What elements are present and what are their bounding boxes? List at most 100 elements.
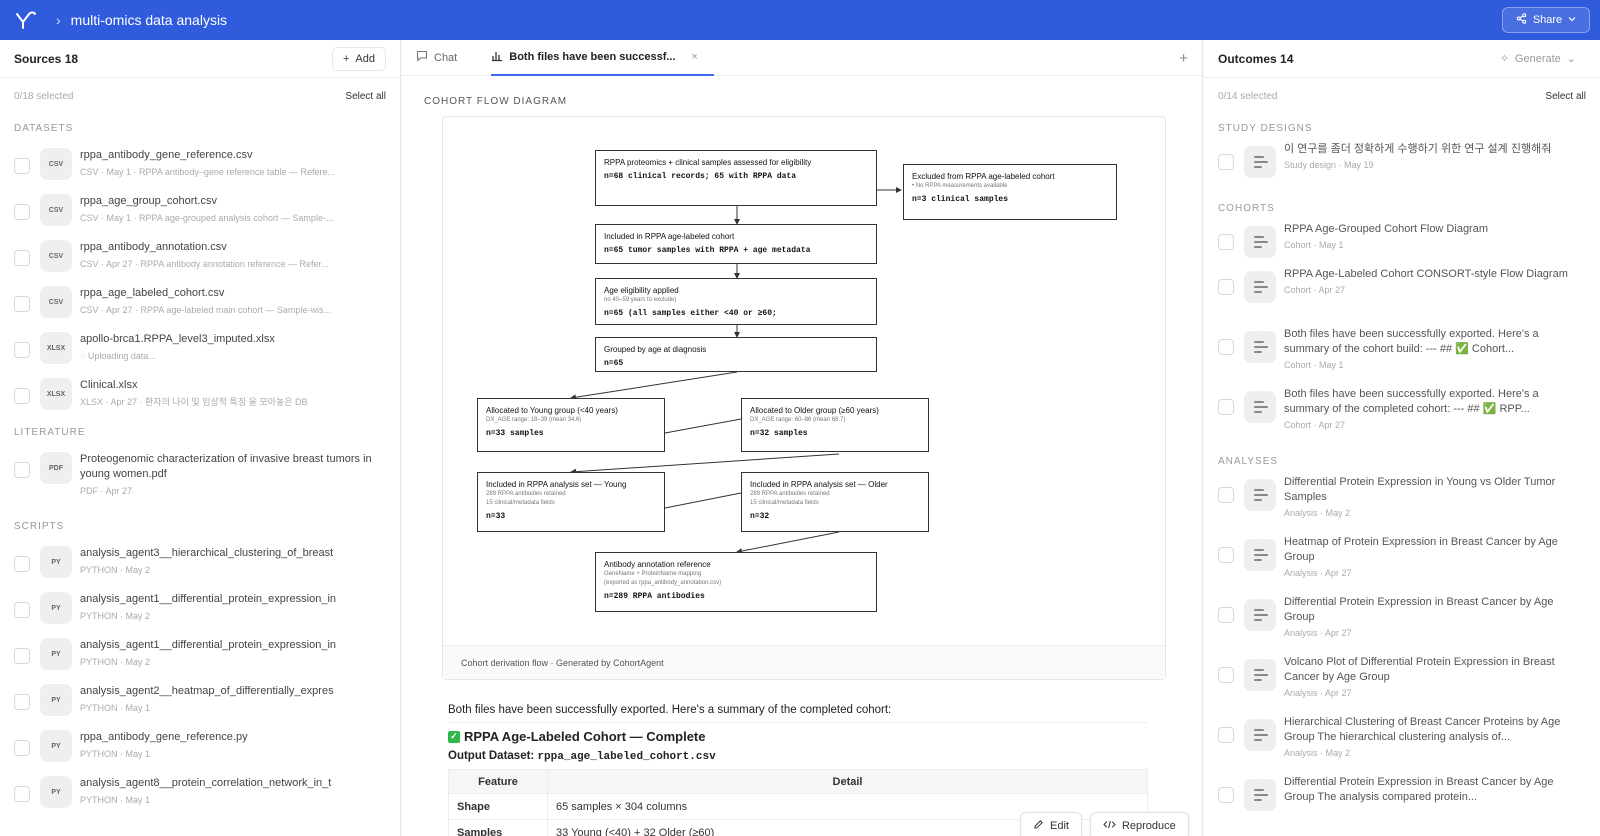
checkbox[interactable]	[1218, 234, 1234, 250]
checkbox[interactable]	[14, 694, 30, 710]
checkbox[interactable]	[14, 602, 30, 618]
code-icon	[1103, 819, 1116, 833]
reproduce-button[interactable]: Reproduce	[1089, 812, 1189, 836]
checkbox[interactable]	[1218, 727, 1234, 743]
share-icon	[1516, 13, 1527, 27]
list-item[interactable]: PY analysis_agent1__differential_protein…	[0, 632, 400, 678]
checkbox[interactable]	[14, 204, 30, 220]
output-filename: rppa_age_labeled_cohort.csv	[537, 751, 716, 763]
list-item[interactable]: RPPA Age-Grouped Cohort Flow Diagram Coho…	[1204, 222, 1600, 267]
list-item[interactable]: CSV rppa_age_group_cohort.csv CSV · May 1…	[0, 188, 400, 234]
checkbox[interactable]	[14, 740, 30, 756]
document-icon	[1244, 479, 1276, 511]
tab-label: Both files have been successf...	[509, 51, 676, 63]
share-button[interactable]: Share	[1502, 7, 1590, 33]
plus-icon: +	[342, 52, 350, 65]
checkbox[interactable]	[14, 388, 30, 404]
datasets-list: CSV rppa_antibody_gene_reference.csv CSV …	[0, 142, 400, 418]
diagram-section-label: COHORT FLOW DIAGRAM	[424, 96, 568, 107]
summary-intro: Both files have been successfully export…	[448, 704, 1148, 723]
outcome-meta: Study design · May 19	[1284, 160, 1374, 170]
bar-chart-icon	[491, 50, 503, 65]
add-source-button[interactable]: + Add	[331, 46, 386, 71]
outcome-name: Differential Protein Expression in Breas…	[1284, 776, 1554, 803]
close-icon[interactable]: ×	[692, 51, 698, 63]
outcomes-selected-count: 0/14 selected	[1218, 90, 1278, 102]
checkbox[interactable]	[14, 250, 30, 266]
checkbox[interactable]	[1218, 399, 1234, 415]
box-title: Included in RPPA analysis set — Young	[486, 480, 627, 489]
box-title: RPPA proteomics + clinical samples asses…	[604, 158, 812, 167]
list-item[interactable]: Volcano Plot of Differential Protein Exp…	[1204, 655, 1600, 715]
main-panel: Chat Both files have been successf... × …	[402, 40, 1203, 836]
checkbox[interactable]	[14, 648, 30, 664]
checkbox[interactable]	[1218, 787, 1234, 803]
checkbox[interactable]	[1218, 154, 1234, 170]
list-item[interactable]: PY analysis_agent3__hierarchical_cluster…	[0, 540, 400, 586]
list-item[interactable]: Both files have been successfully export…	[1204, 327, 1600, 387]
box-count: n=68 clinical records; 65 with RPPA data	[604, 172, 797, 181]
table-cell: Shape	[448, 793, 548, 820]
box-title: Included in RPPA age-labeled cohort	[604, 232, 735, 241]
list-item[interactable]: Differential Protein Expression in Breas…	[1204, 595, 1600, 655]
source-meta: XLSX · Apr 27 · 환자의 나이 및 임상적 특징 을 모아놓은 D…	[80, 397, 308, 407]
list-item[interactable]: XLSX Clinical.xlsx XLSX · Apr 27 · 환자의 나이…	[0, 372, 400, 418]
csv-file-icon: CSV	[40, 286, 72, 318]
checkbox[interactable]	[1218, 667, 1234, 683]
result-content: COHORT FLOW DIAGRAM RPPA proteomics + cl…	[402, 76, 1202, 836]
list-item[interactable]: PY rppa_antibody_gene_reference.py PYTHON…	[0, 724, 400, 770]
list-item[interactable]: CSV rppa_antibody_annotation.csv CSV · Ap…	[0, 234, 400, 280]
outcome-name: 이 연구를 좀더 정확하게 수행하기 위한 연구 설계 진행해줘	[1284, 143, 1552, 155]
sources-select-all-button[interactable]: Select all	[345, 91, 386, 102]
pdf-file-icon: PDF	[40, 452, 72, 484]
checkbox[interactable]	[1218, 547, 1234, 563]
tab-chat[interactable]: Chat	[416, 40, 473, 75]
sources-selection-row: 0/18 selected Select all	[0, 78, 400, 114]
checkbox[interactable]	[14, 786, 30, 802]
list-item[interactable]: XLSX apollo-brca1.RPPA_level3_imputed.xl…	[0, 326, 400, 372]
source-name: analysis_agent3__hierarchical_clustering…	[80, 547, 334, 559]
list-item[interactable]: Heatmap of Protein Expression in Breast …	[1204, 535, 1600, 595]
checkbox[interactable]	[1218, 339, 1234, 355]
add-label: Add	[355, 52, 375, 65]
outcomes-select-all-button[interactable]: Select all	[1545, 91, 1586, 102]
list-item[interactable]: 이 연구를 좀더 정확하게 수행하기 위한 연구 설계 진행해줘 Study de…	[1204, 142, 1600, 194]
list-item[interactable]: RPPA Age-Labeled Cohort CONSORT-style Fl…	[1204, 267, 1600, 327]
list-item[interactable]: Both files have been successfully export…	[1204, 387, 1600, 447]
list-item[interactable]: PY analysis_agent1__differential_protein…	[0, 586, 400, 632]
reproduce-label: Reproduce	[1121, 820, 1176, 832]
checkbox[interactable]	[1218, 279, 1234, 295]
checkbox[interactable]	[14, 556, 30, 572]
list-item[interactable]: PY analysis_agent8__protein_correlation_…	[0, 770, 400, 816]
checkbox[interactable]	[1218, 487, 1234, 503]
flow-box-annotation: Antibody annotation reference GeneName +…	[595, 552, 877, 612]
new-tab-plus-icon[interactable]: +	[1179, 50, 1188, 67]
sources-panel: Sources 18 + Add 0/18 selected Select al…	[0, 40, 401, 836]
section-analyses: ANALYSES	[1218, 456, 1279, 467]
list-item[interactable]: CSV rppa_antibody_gene_reference.csv CSV …	[0, 142, 400, 188]
checkbox[interactable]	[1218, 607, 1234, 623]
checkbox[interactable]	[14, 158, 30, 174]
generate-button[interactable]: ✧ Generate ⌄	[1490, 47, 1586, 71]
list-item[interactable]: Differential Protein Expression in Young…	[1204, 475, 1600, 535]
list-item[interactable]: PY analysis_agent2__heatmap_of_different…	[0, 678, 400, 724]
edit-button[interactable]: Edit	[1020, 812, 1082, 836]
box-count: n=289 RPPA antibodies	[604, 592, 705, 601]
project-title[interactable]: multi-omics data analysis	[71, 12, 227, 28]
checkbox[interactable]	[14, 462, 30, 478]
checkbox[interactable]	[14, 296, 30, 312]
list-item[interactable]: PDF Proteogenomic characterization of in…	[0, 446, 400, 512]
app-logo-icon[interactable]	[14, 8, 38, 32]
document-icon	[1244, 599, 1276, 631]
spinner-icon: ◌	[80, 351, 88, 361]
checkbox[interactable]	[14, 342, 30, 358]
list-item[interactable]: Differential Protein Expression in Breas…	[1204, 775, 1600, 835]
tab-result[interactable]: Both files have been successf... ×	[491, 40, 714, 76]
source-name: rppa_age_labeled_cohort.csv	[80, 287, 225, 299]
cohort-flow-diagram: RPPA proteomics + clinical samples asses…	[442, 116, 1166, 680]
share-label: Share	[1532, 14, 1563, 26]
list-item[interactable]: Hierarchical Clustering of Breast Cancer…	[1204, 715, 1600, 775]
xlsx-file-icon: XLSX	[40, 378, 72, 410]
box-subtitle: 289 RPPA antibodies retained	[486, 491, 566, 497]
list-item[interactable]: CSV rppa_age_labeled_cohort.csv CSV · Apr…	[0, 280, 400, 326]
